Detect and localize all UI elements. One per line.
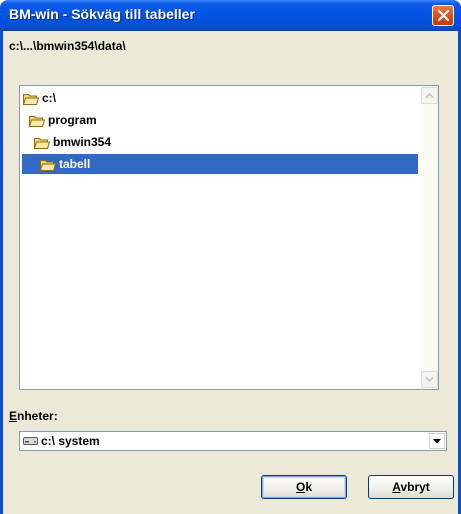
- close-icon: [437, 9, 450, 22]
- folder-open-icon: [40, 159, 56, 171]
- tree-item-label: program: [48, 113, 97, 127]
- vertical-scrollbar[interactable]: [420, 86, 438, 389]
- title-bar[interactable]: BM-win - Sökväg till tabeller: [0, 0, 461, 31]
- arrow-down-icon: [425, 376, 434, 383]
- drive-icon: [23, 437, 38, 445]
- folder-open-icon: [34, 137, 50, 149]
- ok-button[interactable]: Ok: [261, 475, 347, 499]
- arrow-up-icon: [425, 92, 434, 99]
- drives-label: Enheter:: [9, 409, 58, 423]
- scroll-down-button[interactable]: [421, 371, 438, 388]
- tree-item-program[interactable]: program: [29, 110, 100, 130]
- drives-label-rest: nheter:: [17, 409, 58, 423]
- cancel-rest: vbryt: [400, 480, 430, 494]
- tree-item-c[interactable]: c:\: [23, 88, 59, 108]
- drive-dropdown-button[interactable]: [429, 433, 445, 449]
- drives-label-mnemonic: E: [9, 409, 18, 423]
- ok-mnemonic: O: [295, 480, 306, 494]
- current-path: c:\...\bmwin354\data\: [9, 39, 126, 53]
- window-title: BM-win - Sökväg till tabeller: [9, 6, 195, 22]
- folder-open-icon: [23, 93, 39, 105]
- scroll-up-button[interactable]: [421, 87, 438, 104]
- tree-item-tabell[interactable]: tabell: [22, 154, 418, 174]
- dialog-window: BM-win - Sökväg till tabeller c:\...\bmw…: [0, 0, 461, 514]
- tree-item-label: bmwin354: [53, 135, 112, 149]
- tree-item-bmwin354[interactable]: bmwin354: [34, 132, 114, 152]
- dialog-client: c:\...\bmwin354\data\ c:\ program bmwin3…: [3, 31, 458, 514]
- chevron-down-icon: [433, 439, 441, 444]
- drive-select[interactable]: c:\ system: [19, 431, 447, 451]
- tree-item-label: c:\: [42, 91, 57, 105]
- tree-item-label: tabell: [59, 157, 91, 171]
- folder-open-icon: [29, 115, 45, 127]
- directory-tree[interactable]: c:\ program bmwin354 tabell: [19, 85, 439, 390]
- drive-select-value: c:\ system: [41, 434, 100, 448]
- close-button[interactable]: [432, 5, 454, 26]
- ok-rest: k: [305, 480, 313, 494]
- cancel-button[interactable]: Avbryt: [368, 475, 454, 499]
